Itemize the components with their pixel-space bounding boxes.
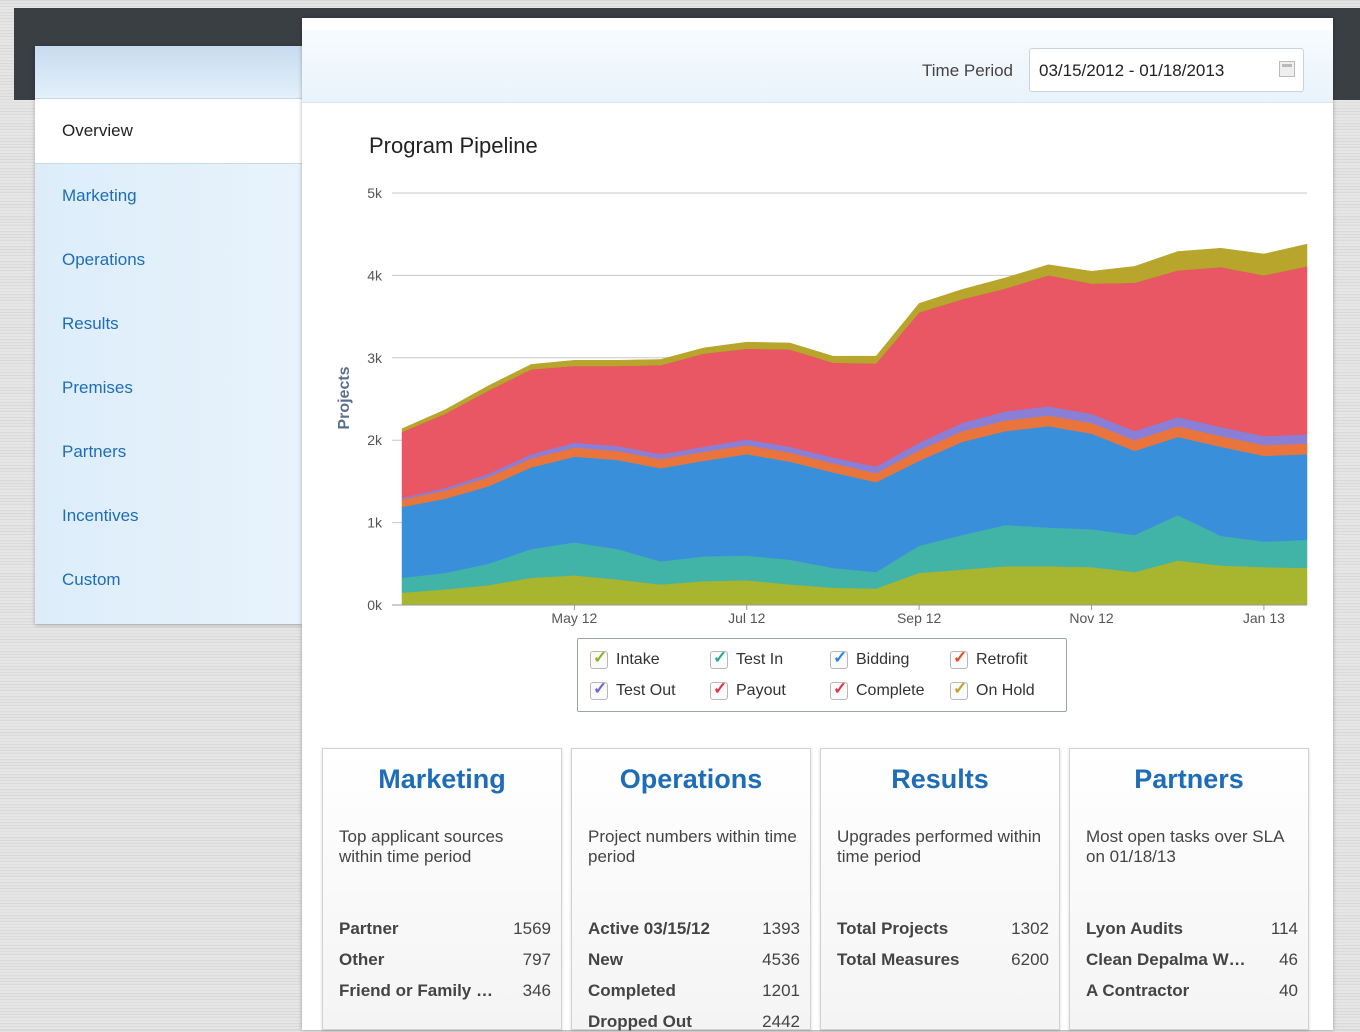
results-card[interactable]: Results Upgrades performed within time p… xyxy=(820,748,1060,1030)
checkmark-icon: ✓ xyxy=(953,679,968,698)
sidebar-item-partners[interactable]: Partners xyxy=(35,420,302,484)
legend-label: Intake xyxy=(616,651,660,668)
checkbox-icon: ✓ xyxy=(950,679,968,700)
x-tick-label: Jan 13 xyxy=(1243,610,1285,626)
legend-item-payout[interactable]: ✓ Payout xyxy=(710,679,786,700)
row-label: Active 03/15/12 xyxy=(588,919,710,938)
card-description: Most open tasks over SLA on 01/18/13 xyxy=(1086,827,1284,866)
marketing-card[interactable]: Marketing Top applicant sources within t… xyxy=(322,748,562,1030)
card-description: Project numbers within time period xyxy=(588,827,797,866)
checkmark-icon: ✓ xyxy=(713,648,728,667)
card-title[interactable]: Marketing xyxy=(323,764,561,795)
row-label: Friend or Family … xyxy=(339,981,493,1000)
checkbox-icon: ✓ xyxy=(830,679,848,700)
row-label: Total Measures xyxy=(837,950,960,969)
checkbox-icon: ✓ xyxy=(710,679,728,700)
legend-label: Test In xyxy=(736,651,784,668)
row-value: 346 xyxy=(522,981,551,1000)
row-label: Clean Depalma W… xyxy=(1086,950,1246,969)
x-tick-label: Sep 12 xyxy=(897,610,942,626)
row-value: 46 xyxy=(1279,950,1298,969)
y-tick-label: 1k xyxy=(367,515,383,531)
row-value: 114 xyxy=(1270,919,1298,938)
row-label: New xyxy=(588,950,623,969)
sidebar-item-operations[interactable]: Operations xyxy=(35,228,302,292)
legend-label: Test Out xyxy=(616,682,676,699)
row-value: 6200 xyxy=(1011,950,1049,969)
row-value: 797 xyxy=(522,950,551,969)
row-value: 1201 xyxy=(762,981,800,1000)
x-tick-label: Jul 12 xyxy=(728,610,766,626)
y-tick-label: 3k xyxy=(367,350,383,366)
sidebar-item-results[interactable]: Results xyxy=(35,292,302,356)
y-tick-label: 4k xyxy=(367,267,383,283)
row-value: 1569 xyxy=(513,919,551,938)
checkmark-icon: ✓ xyxy=(953,648,968,667)
checkbox-icon: ✓ xyxy=(590,679,608,700)
sidebar-item-custom[interactable]: Custom xyxy=(35,548,302,612)
sidebar-item-premises[interactable]: Premises xyxy=(35,356,302,420)
sidebar-item-marketing[interactable]: Marketing xyxy=(35,164,302,228)
chart-legend: ✓ Intake ✓ Test In ✓ Bidding ✓ Retrofit ✓ Tes… xyxy=(577,638,1067,712)
y-axis-label: Projects xyxy=(336,366,353,429)
row-label: A Contractor xyxy=(1086,981,1190,1000)
checkmark-icon: ✓ xyxy=(593,648,608,667)
legend-label: Complete xyxy=(856,682,925,699)
operations-card[interactable]: Operations Project numbers within time p… xyxy=(571,748,811,1031)
legend-item-intake[interactable]: ✓ Intake xyxy=(590,648,660,669)
checkbox-icon: ✓ xyxy=(950,648,968,669)
row-value: 40 xyxy=(1279,981,1298,1000)
legend-item-on-hold[interactable]: ✓ On Hold xyxy=(950,679,1035,700)
sidebar: Overview Marketing Operations Results Pr… xyxy=(35,46,302,624)
chart-areas xyxy=(401,243,1308,606)
legend-item-test-in[interactable]: ✓ Test In xyxy=(710,648,784,669)
checkbox-icon: ✓ xyxy=(830,648,848,669)
sidebar-header xyxy=(35,46,302,99)
checkbox-icon: ✓ xyxy=(710,648,728,669)
card-title[interactable]: Results xyxy=(821,764,1059,795)
row-label: Dropped Out xyxy=(588,1012,692,1031)
row-label: Completed xyxy=(588,981,676,1000)
y-tick-label: 5k xyxy=(367,185,383,201)
card-description: Top applicant sources within time period xyxy=(339,827,504,866)
legend-item-test-out[interactable]: ✓ Test Out xyxy=(590,679,676,700)
partners-card[interactable]: Partners Most open tasks over SLA on 01/… xyxy=(1069,748,1309,1030)
checkmark-icon: ✓ xyxy=(713,679,728,698)
checkmark-icon: ✓ xyxy=(833,648,848,667)
card-title[interactable]: Operations xyxy=(572,764,810,795)
checkmark-icon: ✓ xyxy=(593,679,608,698)
row-value: 1302 xyxy=(1011,919,1049,938)
y-tick-label: 2k xyxy=(367,432,383,448)
row-label: Lyon Audits xyxy=(1086,919,1183,938)
row-label: Other xyxy=(339,950,385,969)
checkmark-icon: ✓ xyxy=(833,679,848,698)
legend-item-complete[interactable]: ✓ Complete xyxy=(830,679,925,700)
row-label: Total Projects xyxy=(837,919,949,938)
row-label: Partner xyxy=(339,919,399,938)
legend-label: Payout xyxy=(736,682,786,699)
checkbox-icon: ✓ xyxy=(590,648,608,669)
y-tick-label: 0k xyxy=(367,597,383,613)
legend-label: Retrofit xyxy=(976,651,1028,668)
row-value: 1393 xyxy=(762,919,800,938)
legend-item-retrofit[interactable]: ✓ Retrofit xyxy=(950,648,1028,669)
x-tick-label: Nov 12 xyxy=(1069,610,1114,626)
legend-item-bidding[interactable]: ✓ Bidding xyxy=(830,648,910,669)
legend-label: On Hold xyxy=(976,682,1035,699)
sidebar-item-incentives[interactable]: Incentives xyxy=(35,484,302,548)
card-title[interactable]: Partners xyxy=(1070,764,1308,795)
sidebar-item-overview[interactable]: Overview xyxy=(35,99,302,164)
pipeline-chart: 0k 1k 2k 3k 4k 5k May 12 Jul 12 Sep 12 Nov 12 Jan … xyxy=(336,185,1308,626)
row-value: 2442 xyxy=(762,1012,800,1031)
card-description: Upgrades performed within time period xyxy=(837,827,1042,866)
legend-label: Bidding xyxy=(856,651,910,668)
row-value: 4536 xyxy=(762,950,800,969)
x-tick-label: May 12 xyxy=(551,610,597,626)
